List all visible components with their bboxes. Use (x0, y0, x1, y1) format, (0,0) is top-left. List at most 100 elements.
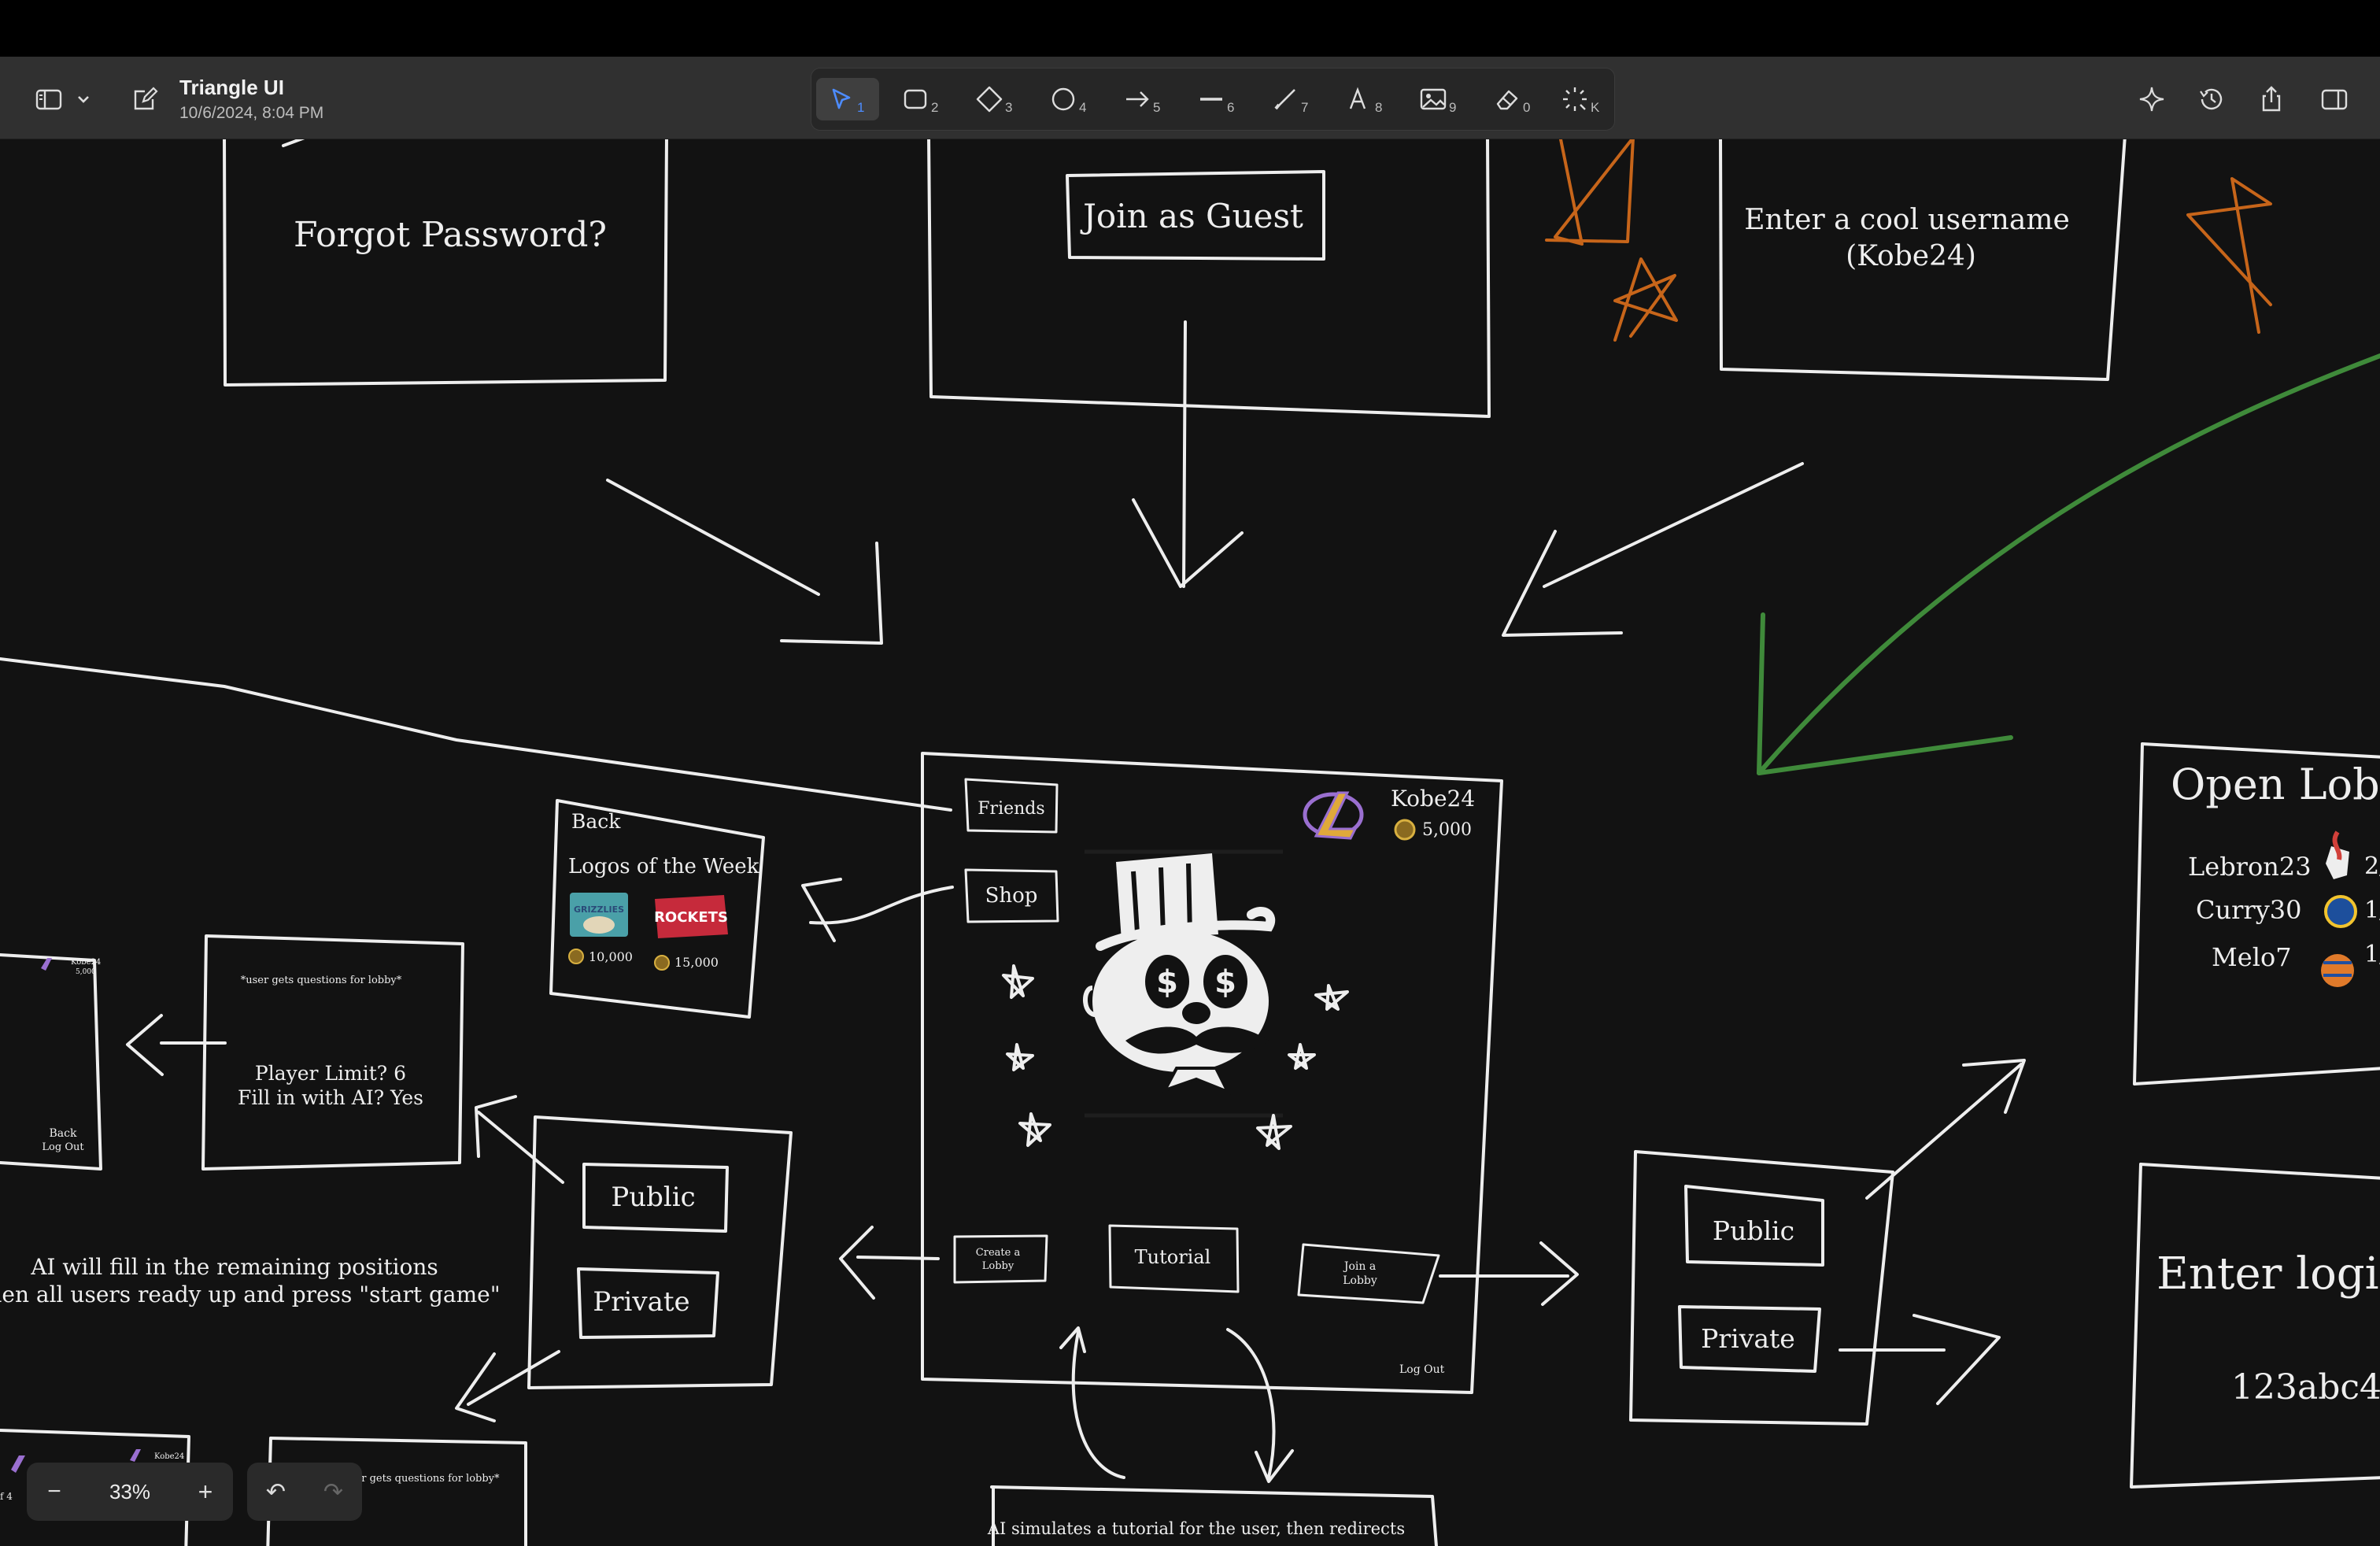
arrow-head (1059, 1326, 1086, 1353)
coin-icon (568, 949, 584, 964)
document-date: 10/6/2024, 8:04 PM (179, 104, 324, 122)
tool-diamond[interactable]: 3 (964, 78, 1027, 120)
chevron-down-icon[interactable] (72, 79, 94, 120)
enter-login-label: Enter login (2156, 1248, 2380, 1300)
arrow-head (126, 1014, 164, 1076)
arrow-head (1502, 530, 1623, 637)
line-icon (1200, 98, 1222, 101)
star-doodle (1006, 1043, 1034, 1071)
diamond-icon (976, 86, 1003, 113)
document-title: Triangle UI (179, 76, 284, 99)
text-icon (1349, 87, 1366, 109)
enter-login-screen[interactable] (2139, 1163, 2380, 1180)
arrow-head (1132, 498, 1244, 588)
create-lobby-button[interactable] (953, 1234, 1048, 1284)
tool-laser[interactable]: K (1550, 78, 1613, 120)
green-arrow-head (1757, 612, 2013, 775)
stroke-fragment (282, 139, 305, 147)
star-doodle (1018, 1112, 1051, 1147)
bottom-lobby-note: *user gets questions for lobby* (338, 1473, 500, 1485)
tool-key: 4 (1079, 100, 1087, 115)
tool-key: 7 (1301, 100, 1309, 115)
tutorial-note-line1: AI simulates a tutorial for the user, th… (987, 1519, 1405, 1538)
tool-key: K (1591, 100, 1600, 115)
arrow-head (780, 542, 883, 645)
star-doodle (1545, 139, 1635, 246)
zoom-level[interactable]: 33% (82, 1463, 178, 1521)
svg-text:GRIZZLIES: GRIZZLIES (574, 904, 624, 915)
lakers-logo-icon (1303, 791, 1364, 840)
eraser-icon (1496, 90, 1518, 110)
whiteboard-canvas[interactable]: .s { fill:none; stroke:#eeeeee; stroke-w… (0, 139, 2380, 1546)
zoom-out-button[interactable]: − (27, 1463, 82, 1521)
tool-select[interactable]: 1 (816, 78, 879, 120)
arrow-head (1913, 1314, 2001, 1405)
main-coins: 5,000 (1422, 820, 1472, 840)
lobby-row-name: Melo7 (2212, 942, 2292, 972)
join-lobby-button[interactable] (1297, 1243, 1440, 1304)
tool-rectangle[interactable]: 2 (890, 78, 953, 120)
coin-icon (1394, 819, 1416, 841)
undo-icon[interactable]: ↶ (247, 1463, 305, 1521)
tool-key: 6 (1227, 100, 1235, 115)
warriors-logo-icon (2324, 895, 2357, 928)
tool-key: 1 (857, 100, 865, 115)
arrow-line (809, 886, 954, 925)
window-top-bar (0, 0, 2380, 57)
inspector-toggle-icon[interactable] (2314, 79, 2355, 120)
cursor-icon (832, 88, 851, 109)
ai-note-line2: when all users ready up and press "start… (0, 1282, 501, 1307)
create-lobby-label-1: Create a (976, 1247, 1021, 1259)
new-note-icon[interactable] (124, 79, 165, 120)
tool-text[interactable]: 8 (1334, 78, 1397, 120)
open-lobbies-title: Open Lobbies (2171, 760, 2380, 809)
sketch-layer: .s { fill:none; stroke:#eeeeee; stroke-w… (0, 139, 2380, 1546)
history-icon[interactable] (2191, 79, 2232, 120)
lobby-row-count: 1/6 (2364, 897, 2380, 924)
shop-back-label: Back (571, 810, 621, 833)
sparkle-icon[interactable] (2131, 79, 2172, 120)
svg-text:$: $ (1214, 964, 1236, 1000)
open-lobbies-screen[interactable] (2141, 742, 2380, 759)
sidebar-toggle-icon[interactable] (28, 79, 69, 120)
guest-screen-box[interactable] (927, 139, 1491, 418)
ellipse-icon (1051, 87, 1075, 111)
join-lobby-screen[interactable] (1629, 1150, 1894, 1426)
join-lobby-label-1: Join a (1343, 1260, 1376, 1273)
arrow-head (1539, 1241, 1579, 1306)
arrow-line (1543, 462, 1804, 588)
redo-icon[interactable]: ↷ (305, 1463, 362, 1521)
tool-line[interactable]: 6 (1186, 78, 1249, 120)
image-icon (1420, 88, 1447, 110)
create-lobby-screen[interactable] (527, 1115, 793, 1389)
lakers-logo-icon (41, 958, 52, 971)
mini-back-label: Back (50, 1127, 77, 1140)
tool-pen[interactable]: 7 (1260, 78, 1323, 120)
share-icon[interactable] (2251, 79, 2292, 120)
rockets-logo-icon: ROCKETS (654, 895, 728, 938)
monopoly-mascot-icon: $ $ (1082, 849, 1283, 1118)
star-doodle (1256, 1114, 1292, 1150)
zoom-in-button[interactable]: + (178, 1463, 233, 1521)
history-controls: ↶ ↷ (247, 1463, 362, 1521)
lobby-settings-note: *user gets questions for lobby* (241, 975, 402, 986)
ai-note-line1: AI will fill in the remaining positions (30, 1254, 438, 1280)
lobby-settings-screen[interactable] (201, 934, 464, 1171)
star-doodle (1314, 984, 1349, 1011)
connector-line (0, 657, 952, 812)
shop-label: Shop (985, 884, 1038, 908)
tool-ellipse[interactable]: 4 (1038, 78, 1101, 120)
forgot-password-box[interactable] (223, 139, 668, 386)
arrow-head (801, 878, 842, 942)
tool-arrow[interactable]: 5 (1112, 78, 1175, 120)
tool-image[interactable]: 9 (1408, 78, 1471, 120)
main-username: Kobe24 (1391, 786, 1475, 812)
lobby-row-name: Lebron23 (2188, 852, 2312, 882)
mini-coins: 5,000 (76, 968, 96, 976)
tool-key: 8 (1375, 100, 1383, 115)
tool-key: 9 (1449, 100, 1457, 115)
login-code: 123abc4 (2231, 1367, 2380, 1407)
tool-palette: 1 2 3 4 5 6 7 8 9 0 K (811, 68, 1615, 131)
create-private-label: Private (593, 1286, 689, 1318)
tool-eraser[interactable]: 0 (1482, 78, 1545, 120)
